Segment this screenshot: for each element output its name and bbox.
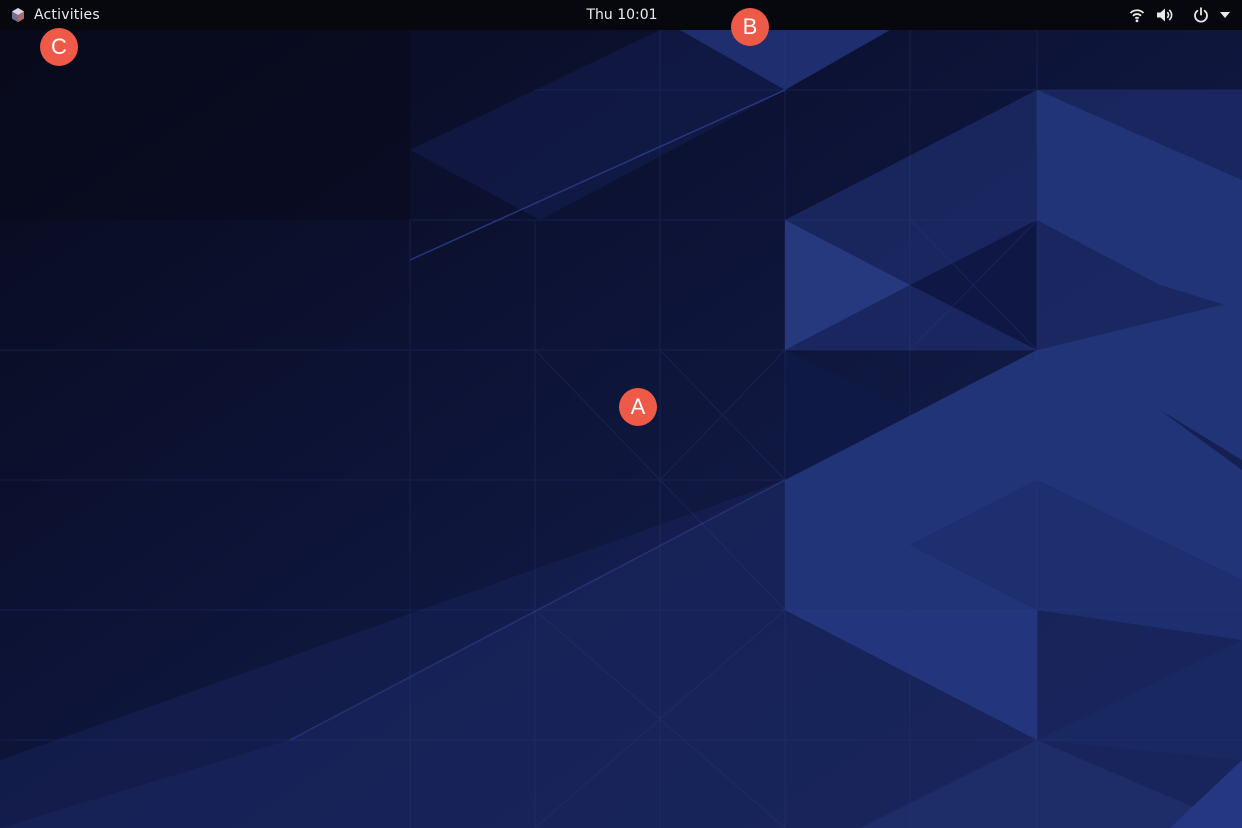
power-icon	[1194, 7, 1208, 23]
annotation-marker-c: C	[40, 28, 78, 66]
activities-button[interactable]: Activities	[10, 0, 100, 30]
distro-logo-icon	[12, 8, 24, 22]
annotation-marker-a: A	[619, 388, 657, 426]
volume-icon	[1157, 8, 1173, 22]
system-status-menu[interactable]	[1129, 0, 1230, 30]
wifi-icon	[1129, 9, 1145, 23]
annotation-marker-b: B	[731, 8, 769, 46]
top-bar: Activities Thu 10:01	[0, 0, 1242, 30]
dropdown-arrow-icon	[1220, 12, 1230, 18]
activities-label: Activities	[34, 7, 100, 23]
desktop[interactable]: Activities Thu 10:01 A B C	[0, 0, 1242, 828]
clock-date-menu[interactable]: Thu 10:01	[570, 0, 674, 30]
